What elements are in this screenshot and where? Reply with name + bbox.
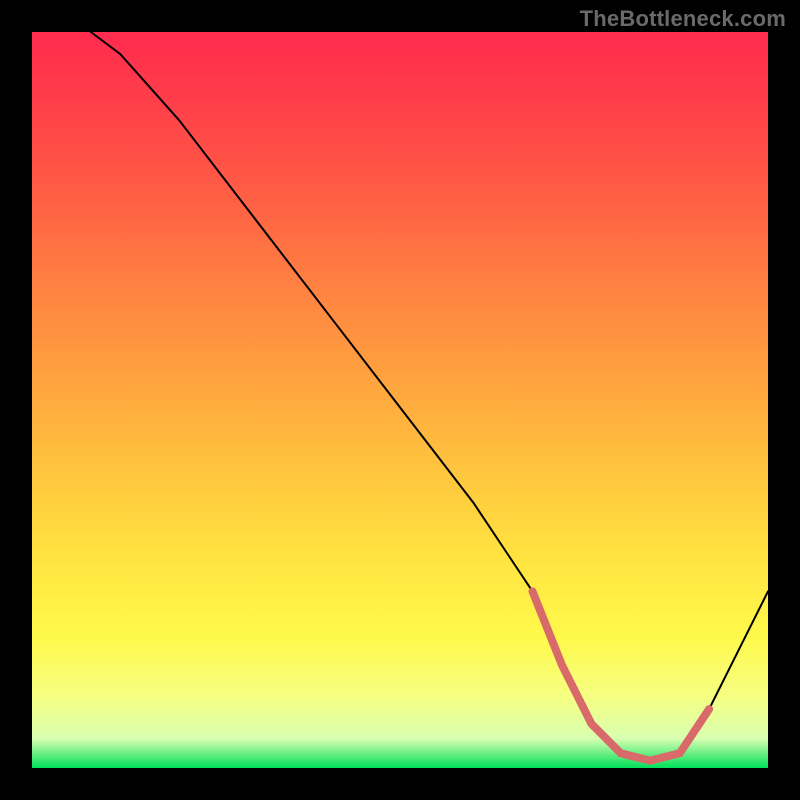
bottleneck-curve-path xyxy=(91,32,768,761)
plot-area xyxy=(32,32,768,768)
watermark-text: TheBottleneck.com xyxy=(580,6,786,32)
optimal-range-marker-path xyxy=(533,591,710,760)
chart-canvas: TheBottleneck.com xyxy=(0,0,800,800)
chart-svg xyxy=(32,32,768,768)
